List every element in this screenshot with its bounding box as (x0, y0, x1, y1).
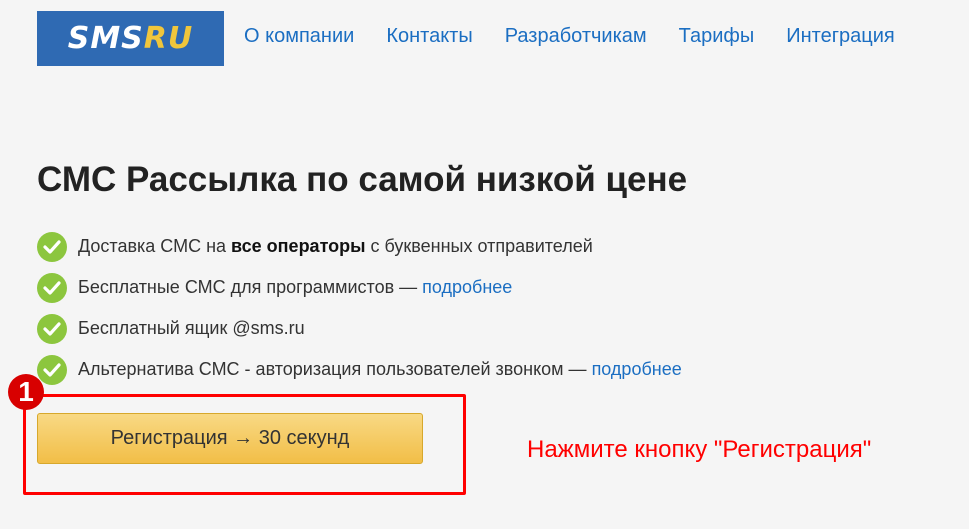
nav-link-integration[interactable]: Интеграция (786, 23, 894, 49)
annotation-step-number: 1 (8, 374, 44, 410)
feature-text: Бесплатный ящик @sms.ru (78, 318, 305, 338)
feature-text: Доставка СМС на все операторы с буквенны… (78, 236, 593, 257)
feature-item: Доставка СМС на все операторы с буквенны… (37, 226, 682, 267)
register-button[interactable]: Регистрация → 30 секунд (37, 413, 423, 464)
main-nav: О компании Контакты Разработчикам Тарифы… (244, 23, 927, 49)
feature-item: Бесплатный ящик @sms.ru (37, 308, 682, 349)
checkmark-icon (37, 272, 67, 303)
feature-text: Альтернатива СМС - авторизация пользоват… (78, 359, 682, 380)
page-title: СМС Рассылка по самой низкой цене (37, 160, 688, 199)
nav-link-about[interactable]: О компании (244, 23, 354, 49)
feature-text-bold: все операторы (231, 236, 366, 256)
more-link-call-auth[interactable]: подробнее (592, 359, 682, 379)
feature-text: Бесплатные СМС для программистов — подро… (78, 277, 512, 298)
logo-text: SMSRU (68, 21, 194, 56)
feature-item: Бесплатные СМС для программистов — подро… (37, 267, 682, 308)
header: SMSRU О компании Контакты Разработчикам … (0, 0, 969, 72)
feature-text-part: с буквенных отправителей (365, 236, 593, 256)
annotation-hint: Нажмите кнопку "Регистрация" (527, 436, 872, 463)
checkmark-icon (37, 231, 67, 262)
checkmark-icon (37, 313, 67, 344)
feature-text-part: Доставка СМС на (78, 236, 232, 256)
logo[interactable]: SMSRU (37, 11, 224, 66)
more-link-programmers[interactable]: подробнее (422, 277, 512, 297)
nav-link-contacts[interactable]: Контакты (386, 23, 472, 49)
logo-main: SMS (67, 21, 144, 56)
feature-item: Альтернатива СМС - авторизация пользоват… (37, 349, 682, 390)
logo-accent: RU (143, 21, 194, 56)
nav-link-developers[interactable]: Разработчикам (505, 23, 647, 49)
nav-link-tariffs[interactable]: Тарифы (679, 23, 755, 49)
feature-text-part: Альтернатива СМС - авторизация пользоват… (78, 359, 592, 379)
feature-text-part: Бесплатные СМС для программистов — (78, 277, 423, 297)
feature-list: Доставка СМС на все операторы с буквенны… (37, 226, 682, 390)
checkmark-icon (37, 354, 67, 385)
